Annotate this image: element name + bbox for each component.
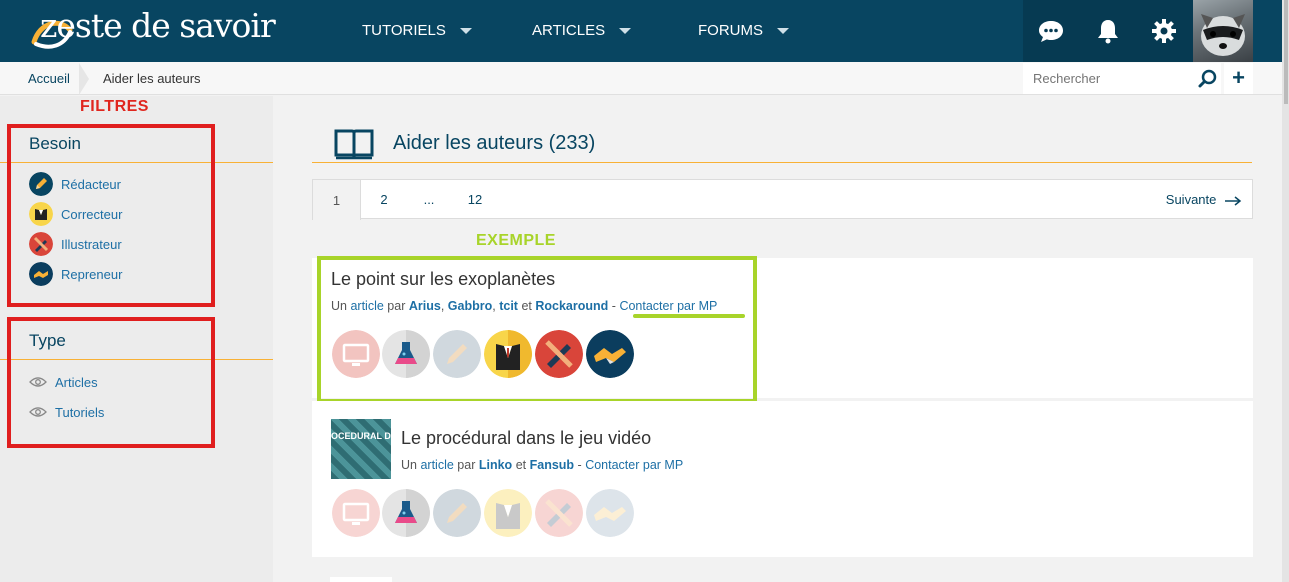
next-page-link[interactable]: Suivante [1166,180,1242,220]
filters-annotation: FILTRES [80,98,149,115]
content-thumbnail-partial [330,577,392,582]
author-link[interactable]: Fansub [530,458,574,472]
meta-dash: - [577,458,582,472]
page-2[interactable]: 2 [373,180,395,220]
logo-text[interactable]: zeste de savoir [40,6,276,45]
nav-articles-label: ARTICLES [532,22,606,39]
breadcrumb-separator [79,63,89,95]
pencil-ruler-icon [535,489,583,537]
author-link[interactable]: Linko [479,458,512,472]
page-12[interactable]: 12 [463,180,487,220]
search-input[interactable] [1023,63,1221,94]
thumbnail-text: OCEDURAL DANS [331,431,391,441]
card-title[interactable]: Le procédural dans le jeu vidéo [401,428,651,449]
suit-icon [484,489,532,537]
search-icon[interactable] [1196,66,1220,92]
page-header: Aider les auteurs (233) [312,126,1252,163]
arrow-right-icon [1225,195,1242,206]
top-header: zeste de savoir TUTORIELS ARTICLES FORUM… [0,0,1289,62]
next-page-label: Suivante [1165,192,1217,207]
monitor-icon [332,489,380,537]
contact-mp-link[interactable]: Contacter par MP [585,458,683,472]
nav-forums-label: FORUMS [698,22,763,39]
meta-and: et [515,458,527,472]
content-type-link[interactable]: article [420,458,453,472]
type-highlight-box [7,317,215,448]
chevron-down-icon [459,28,472,35]
nav-tutoriels[interactable]: TUTORIELS [362,0,472,62]
breadcrumb-home[interactable]: Accueil [28,62,70,95]
nav-articles[interactable]: ARTICLES [532,0,632,62]
content-card-partial [312,576,1253,582]
gear-icon[interactable] [1150,17,1178,45]
filters-highlight-box [7,124,215,307]
header-actions [1023,0,1193,62]
avatar[interactable] [1193,0,1253,62]
meta-prefix: Un [401,458,417,472]
nav-tutoriels-label: TUTORIELS [362,22,446,39]
pencil-icon [433,489,481,537]
book-icon [334,129,374,160]
breadcrumb-current: Aider les auteurs [103,71,201,86]
handshake-icon [586,489,634,537]
page-title: Aider les auteurs (233) [393,132,596,154]
example-annotation: EXEMPLE [476,232,556,249]
raccoon-avatar-icon [1201,14,1245,56]
chevron-down-icon [619,28,632,35]
messages-icon[interactable] [1037,17,1065,45]
card-meta: Un article par Linko et Fansub - Contact… [401,458,683,472]
content-thumbnail[interactable]: OCEDURAL DANS [331,419,391,479]
chevron-down-icon [777,28,789,35]
meta-by: par [457,458,476,472]
flask-icon [382,489,430,537]
pagination: 1 2 ... 12 Suivante [312,179,1253,220]
bell-icon[interactable] [1094,17,1122,45]
scrollbar-thumb[interactable] [1284,0,1288,104]
add-button[interactable]: + [1224,63,1253,94]
page-ellipsis: ... [423,192,435,207]
nav-forums[interactable]: FORUMS [698,0,789,62]
example-highlight-box [317,256,757,403]
page-1[interactable]: 1 [312,179,361,220]
